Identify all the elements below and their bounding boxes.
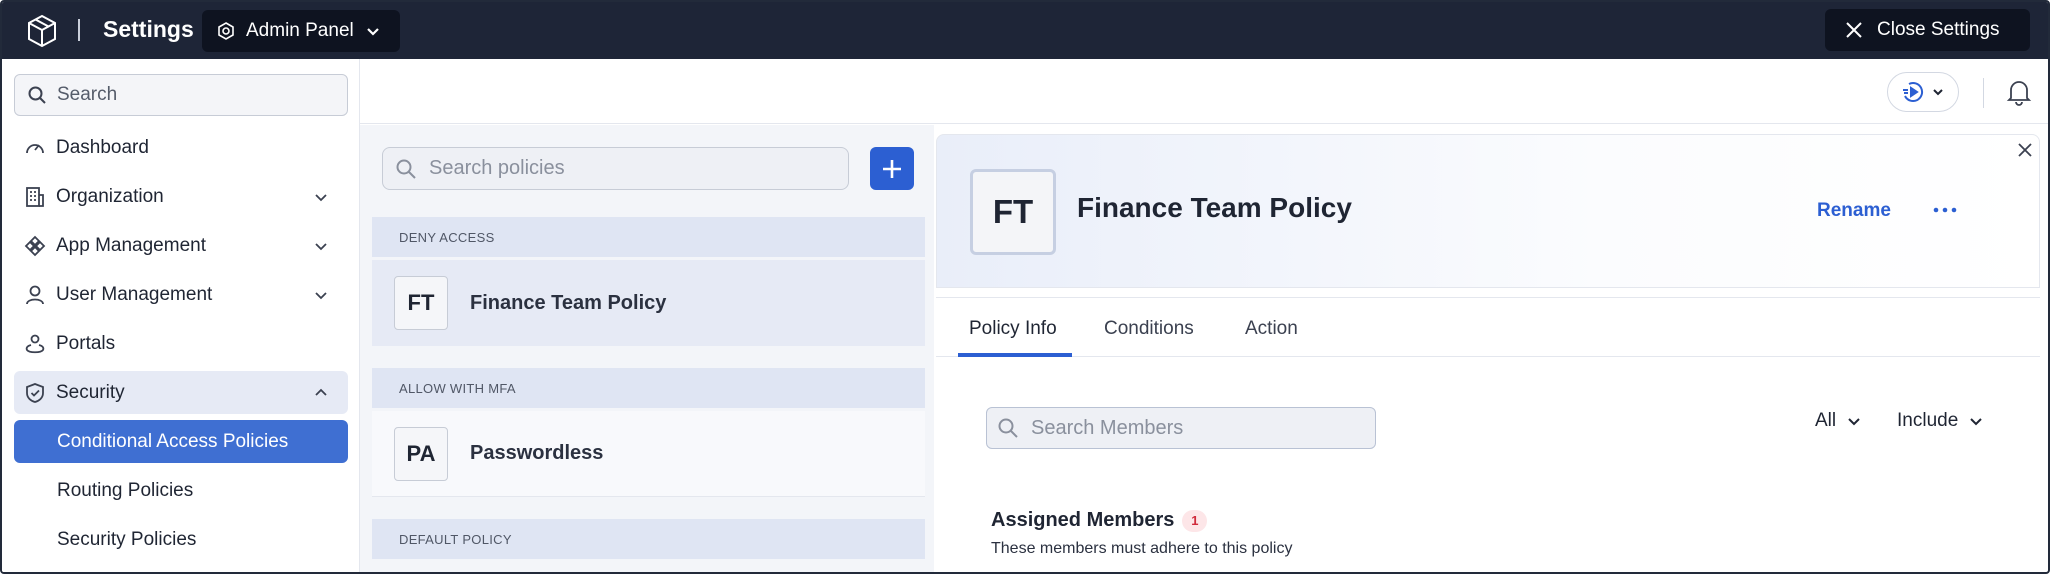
policy-list-panel [360,125,934,572]
presence-icon [1903,82,1924,103]
sidebar-item-label: Portals [56,332,116,354]
policy-name: Finance Team Policy [470,291,667,314]
tab-policy-info[interactable]: Policy Info [969,318,1057,340]
chevron-down-icon [1970,418,1982,426]
organization-icon [26,186,44,207]
top-bar: Settings Admin Panel Close Settings [2,2,2048,59]
policy-name: Passwordless [470,442,604,464]
admin-panel-switcher[interactable]: Admin Panel [202,10,400,52]
sidebar-item-organization[interactable]: Organization [14,175,348,218]
portals-icon [25,334,45,353]
chevron-up-icon [315,388,327,396]
policy-avatar: PA [394,426,448,481]
sidebar-item-user-management[interactable]: User Management [14,273,348,316]
close-settings-label: Close Settings [1877,19,2000,40]
chevron-down-icon [315,243,327,251]
sidebar-item-portals[interactable]: Portals [14,322,348,365]
rename-button[interactable]: Rename [1817,200,1891,222]
sidebar-item-label: App Management [56,234,206,256]
policy-detail-avatar: FT [970,169,1056,255]
sidebar-item-label: User Management [56,283,213,305]
more-options-icon[interactable] [1932,198,1958,222]
policy-detail-title: Finance Team Policy [1077,192,1352,223]
policy-item-finance-team[interactable]: FT Finance Team Policy [372,260,925,346]
assigned-members-heading: Assigned Members 1 [991,509,1208,532]
admin-panel-label: Admin Panel [246,20,354,41]
settings-window: Settings Admin Panel Close Settings Dash… [0,0,2050,574]
add-policy-button[interactable] [870,147,914,190]
user-icon [26,285,44,304]
search-icon [998,418,1018,438]
app-management-icon [24,235,46,256]
include-filter-value: Include [1897,410,1959,431]
tab-conditions[interactable]: Conditions [1104,318,1194,340]
sidebar-item-dashboard[interactable]: Dashboard [14,126,348,169]
sidebar-item-routing-policies[interactable]: Routing Policies [14,469,348,512]
sidebar-item-label: Organization [56,185,164,207]
policy-group-header: ALLOW WITH MFA [372,368,925,408]
chevron-down-icon [366,28,379,36]
policy-group-header: DENY ACCESS [372,217,925,257]
title-separator [78,19,80,41]
content-header [360,59,2048,124]
include-filter-dropdown[interactable]: Include [1897,410,1984,432]
chevron-down-icon [1933,89,1943,96]
tab-action[interactable]: Action [1245,318,1298,340]
policy-group-header: DEFAULT POLICY [372,519,925,559]
chevron-down-icon [1848,418,1860,426]
sidebar-item-label: Routing Policies [57,479,194,501]
notification-bell-icon[interactable] [2006,78,2032,106]
sidebar-item-label: Dashboard [56,136,149,158]
sidebar-item-label: Conditional Access Policies [57,430,289,452]
header-separator [1983,78,1984,108]
search-icon [28,86,46,104]
sidebar-item-app-management[interactable]: App Management [14,224,348,267]
close-icon[interactable] [2014,139,2036,161]
app-title: Settings [103,16,194,42]
policy-item-passwordless[interactable]: PA Passwordless [372,411,925,497]
member-search-input[interactable] [1031,416,1361,440]
chevron-down-icon [315,292,327,300]
close-settings-button[interactable]: Close Settings [1825,9,2030,51]
app-logo-icon [28,14,56,48]
sidebar-item-label: Security [56,381,125,403]
policy-avatar: FT [394,276,448,330]
active-tab-indicator [958,353,1072,357]
assigned-members-title: Assigned Members [991,509,1175,531]
sidebar-item-security-policies[interactable]: Security Policies [14,518,348,561]
admin-panel-icon [218,22,234,40]
dashboard-icon [26,143,44,153]
policy-tabs: Policy Info Conditions Action [936,297,2040,357]
sidebar-item-security[interactable]: Security [14,371,348,414]
scope-filter-value: All [1815,410,1837,431]
sidebar-search-input[interactable] [57,84,317,106]
plus-icon [883,159,901,178]
assigned-members-subtitle: These members must adhere to this policy [991,540,1293,557]
scope-filter-dropdown[interactable]: All [1815,410,1862,432]
policy-search-input[interactable] [429,157,829,180]
sidebar-item-label: Security Policies [57,528,197,550]
member-search[interactable] [986,407,1376,449]
policy-search[interactable] [382,147,849,190]
sidebar-item-conditional-access-policies[interactable]: Conditional Access Policies [14,420,348,463]
chevron-down-icon [315,194,327,202]
search-icon [396,159,416,179]
shield-icon [26,382,44,403]
presence-status-button[interactable] [1887,72,1959,112]
sidebar-search[interactable] [14,74,348,116]
close-icon [1846,22,1862,38]
assigned-count-badge: 1 [1182,509,1208,532]
